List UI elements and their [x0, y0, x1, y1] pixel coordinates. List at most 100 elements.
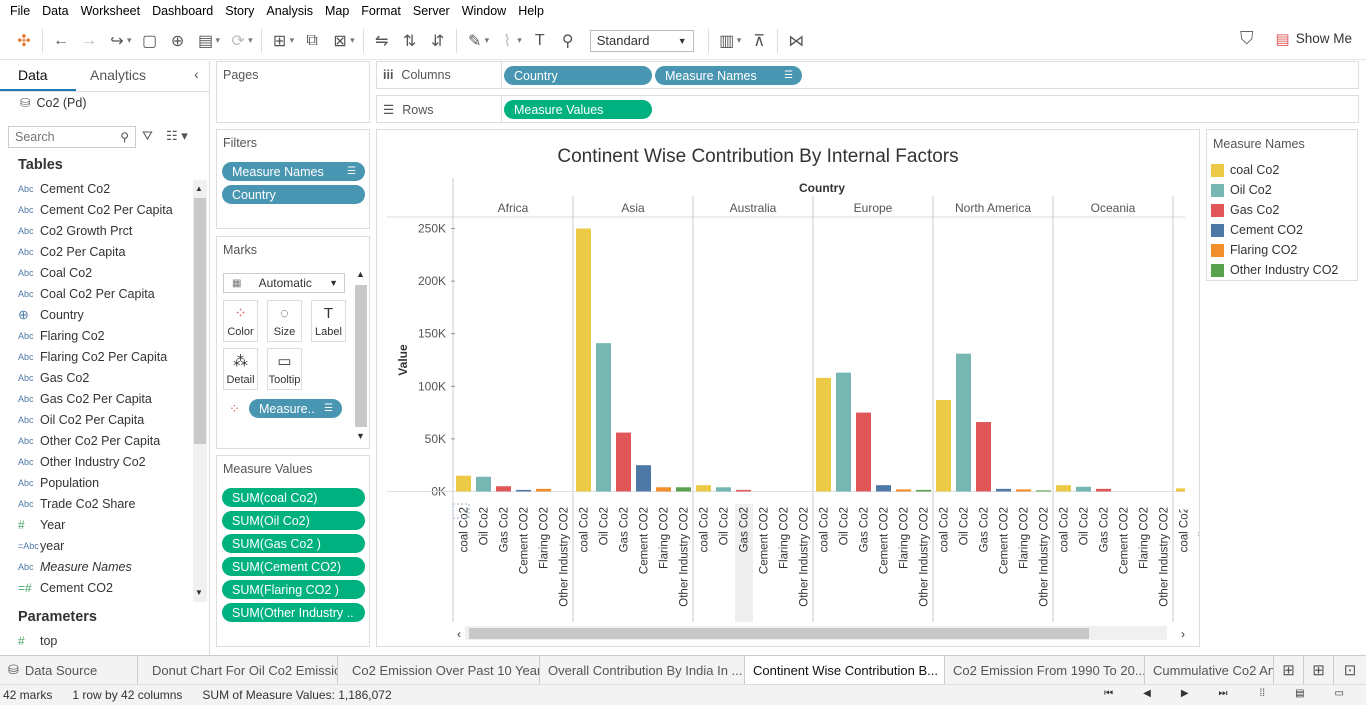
view-options-icon[interactable]: ☷ ▾ — [166, 128, 188, 144]
menu-dashboard[interactable]: Dashboard — [152, 4, 213, 18]
bar[interactable] — [856, 412, 871, 492]
field-item[interactable]: Abc Coal Co2 Per Capita — [18, 283, 155, 304]
bar[interactable] — [456, 475, 471, 492]
field-item[interactable]: # Year — [18, 514, 65, 535]
parameter-item[interactable]: # top — [18, 630, 57, 651]
fix-axes-icon[interactable]: ⚲ — [554, 27, 582, 55]
bar-chart[interactable]: Continent Wise Contribution By Internal … — [377, 130, 1199, 646]
legend-item[interactable]: Other Industry CO2 — [1211, 260, 1338, 280]
fit-select[interactable]: Standard ▼ — [589, 29, 694, 52]
menu-analysis[interactable]: Analysis — [266, 4, 313, 18]
bar[interactable] — [496, 486, 511, 492]
menu-worksheet[interactable]: Worksheet — [81, 4, 141, 18]
columns-shelf[interactable]: iii Columns Country Measure Names ☰ — [376, 61, 1359, 89]
bar[interactable] — [1036, 490, 1051, 492]
bar[interactable] — [576, 228, 591, 492]
field-item[interactable]: Abc Other Co2 Per Capita — [18, 430, 160, 451]
presentation-mode-icon[interactable]: ⊼ — [745, 27, 773, 55]
bar[interactable] — [816, 377, 831, 492]
duplicate-sheet-icon[interactable]: ⧉ — [298, 27, 326, 55]
filter-pill-country[interactable]: Country — [222, 185, 365, 204]
tab-sheet[interactable]: Overall Contribution By India In ... — [540, 656, 745, 684]
bar[interactable] — [536, 488, 551, 492]
bar[interactable] — [516, 489, 531, 492]
columns-pill-measure-names[interactable]: Measure Names ☰ — [655, 66, 802, 85]
menu-help[interactable]: Help — [518, 4, 544, 18]
menu-server[interactable]: Server — [413, 4, 450, 18]
field-item[interactable]: Abc Cement Co2 Per Capita — [18, 199, 173, 220]
chevron-down-icon[interactable]: ▾ — [290, 35, 295, 46]
bar[interactable] — [616, 432, 631, 492]
field-item[interactable]: Abc Gas Co2 Per Capita — [18, 388, 152, 409]
measure-value-pill[interactable]: SUM(Flaring CO2 ) — [222, 580, 365, 599]
tab-sheet[interactable]: Cummulative Co2 An — [1145, 656, 1274, 684]
bar[interactable] — [1056, 485, 1071, 492]
label-button[interactable]: T Label — [311, 300, 346, 342]
field-item[interactable]: Abc Measure Names — [18, 556, 132, 577]
menu-data[interactable]: Data — [42, 4, 68, 18]
bar[interactable] — [1016, 489, 1031, 492]
field-item[interactable]: Abc Coal Co2 — [18, 262, 92, 283]
legend-item[interactable]: Oil Co2 — [1211, 180, 1272, 200]
search-icon[interactable]: ⚲ — [120, 130, 129, 144]
fields-scrollbar[interactable]: ▲ ▼ — [193, 180, 207, 602]
bar[interactable] — [656, 487, 671, 492]
rows-pill-measure-values[interactable]: Measure Values — [504, 100, 652, 119]
collapse-pane-icon[interactable]: ‹ — [194, 66, 199, 82]
bar[interactable] — [716, 487, 731, 492]
bar[interactable] — [596, 343, 611, 492]
bar[interactable] — [876, 485, 891, 492]
field-item[interactable]: Abc Gas Co2 — [18, 367, 89, 388]
bar[interactable] — [1096, 488, 1111, 492]
scroll-up-icon[interactable]: ▲ — [356, 269, 365, 279]
menu-format[interactable]: Format — [361, 4, 401, 18]
field-item[interactable]: Abc Co2 Per Capita — [18, 241, 125, 262]
bar[interactable] — [676, 487, 691, 492]
menu-file[interactable]: File — [10, 4, 30, 18]
measure-value-pill[interactable]: SUM(Cement CO2) — [222, 557, 365, 576]
bar[interactable] — [476, 476, 491, 492]
new-story-icon[interactable]: ⊡ — [1334, 656, 1366, 684]
search-input[interactable] — [15, 130, 111, 144]
datasource-item[interactable]: ⛁ Co2 (Pd) — [20, 95, 87, 111]
chevron-down-icon[interactable]: ▾ — [248, 35, 253, 46]
scroll-down-icon[interactable]: ▼ — [356, 431, 365, 441]
rows-shelf[interactable]: ☰ Rows Measure Values — [376, 95, 1359, 123]
filter-pill-measure-names[interactable]: Measure Names ☰ — [222, 162, 365, 181]
redo-icon[interactable]: → — [75, 27, 103, 55]
tabs-view-icon[interactable]: ▭ — [1335, 688, 1344, 699]
tableau-logo-icon[interactable]: ✣ — [10, 27, 38, 55]
mark-type-select[interactable]: ▦ Automatic ▼ — [223, 273, 345, 293]
new-datasource-icon[interactable]: ⊕ — [164, 27, 192, 55]
pages-shelf[interactable]: Pages — [216, 61, 370, 123]
tab-data[interactable]: Data — [18, 67, 48, 83]
tab-sheet[interactable]: Donut Chart For Oil Co2 Emission — [138, 656, 338, 684]
measure-value-pill[interactable]: SUM(coal Co2) — [222, 488, 365, 507]
field-item[interactable]: Abc Cement Co2 — [18, 178, 110, 199]
field-item[interactable]: Abc Flaring Co2 Per Capita — [18, 346, 167, 367]
field-item[interactable]: =Abc year — [18, 535, 64, 556]
detail-button[interactable]: ⁂ Detail — [223, 348, 258, 390]
first-sheet-icon[interactable]: ⏮ — [1104, 688, 1113, 699]
menu-map[interactable]: Map — [325, 4, 349, 18]
show-me-button[interactable]: ⛉ ▤ Show Me — [1240, 28, 1352, 49]
measure-value-pill[interactable]: SUM(Oil Co2) — [222, 511, 365, 530]
filter-icon[interactable]: ⛛ — [142, 128, 153, 144]
bookmark-icon[interactable]: ⛉ — [1240, 28, 1254, 49]
swap-rows-columns-icon[interactable]: ⇋ — [368, 27, 396, 55]
filters-shelf[interactable]: Filters Measure Names ☰ Country — [216, 129, 370, 229]
new-worksheet-icon[interactable]: ⊞ — [1274, 656, 1304, 684]
field-item[interactable]: ⊕ Country — [18, 304, 84, 325]
sheet-sorter-icon[interactable]: ⁞⁞ — [1260, 688, 1266, 699]
scrollbar-thumb[interactable] — [355, 285, 367, 427]
field-item[interactable]: Abc Oil Co2 Per Capita — [18, 409, 144, 430]
bar[interactable] — [936, 399, 951, 492]
sort-ascending-icon[interactable]: ⇅ — [396, 27, 424, 55]
scroll-down-icon[interactable]: ▼ — [195, 588, 203, 597]
chevron-down-icon[interactable]: ▾ — [517, 35, 522, 46]
tab-sheet[interactable]: Co2 Emission From 1990 To 20... — [945, 656, 1145, 684]
chevron-down-icon[interactable]: ▾ — [216, 35, 221, 46]
sort-descending-icon[interactable]: ⇵ — [424, 27, 452, 55]
tab-sheet-active[interactable]: Continent Wise Contribution B... — [745, 656, 945, 684]
field-item[interactable]: =# Cement CO2 — [18, 577, 113, 598]
